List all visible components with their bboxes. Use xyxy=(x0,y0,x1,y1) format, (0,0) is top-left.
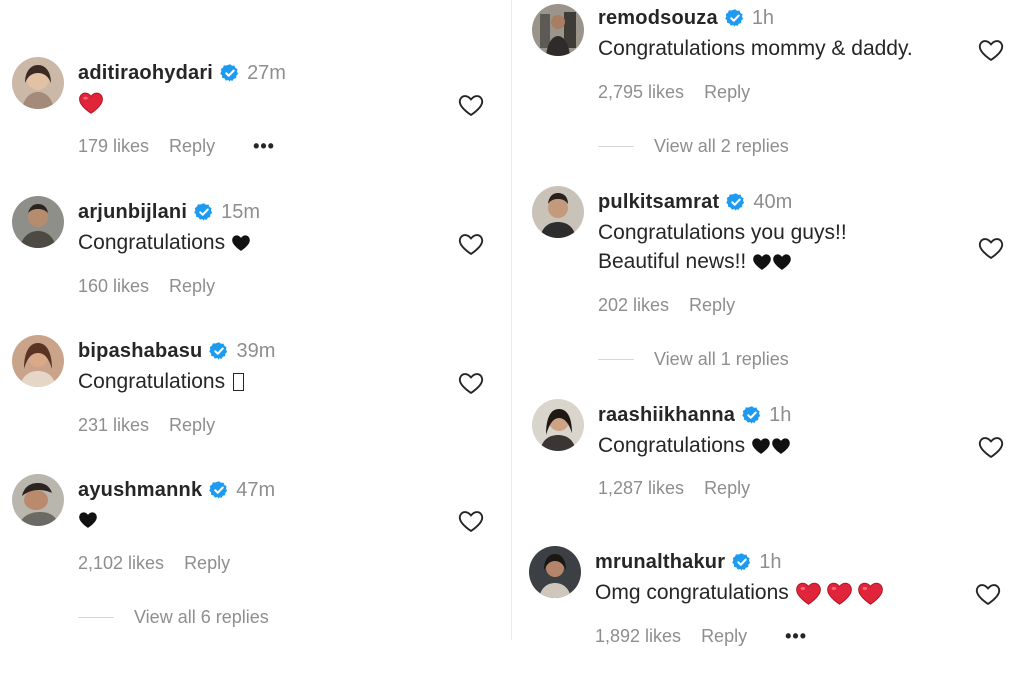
comment-time[interactable]: 15m xyxy=(221,201,260,224)
red-heart-icon xyxy=(78,90,104,116)
avatar[interactable] xyxy=(12,196,64,248)
avatar[interactable] xyxy=(532,186,584,238)
view-replies-label: View all 2 replies xyxy=(654,136,789,156)
comment-text-content: Congratulations mommy & daddy. xyxy=(598,37,913,60)
comment-text-line-2: Beautiful news!! xyxy=(598,247,792,276)
black-heart-icon xyxy=(751,436,771,456)
likes-count[interactable]: 2,102 likes xyxy=(78,553,164,574)
replies-divider-line xyxy=(598,359,634,360)
verified-badge-icon xyxy=(726,192,746,212)
avatar[interactable] xyxy=(529,546,581,598)
comment-text-content: Omg congratulations xyxy=(595,581,795,604)
verified-badge-icon xyxy=(194,202,214,222)
replies-divider-line xyxy=(78,617,114,618)
username[interactable]: pulkitsamrat xyxy=(598,191,719,214)
view-replies-button[interactable]: View all 1 replies xyxy=(598,349,789,370)
like-heart-icon[interactable] xyxy=(977,234,1005,262)
comment-text: Congratulations xyxy=(78,367,244,396)
avatar[interactable] xyxy=(12,474,64,526)
username[interactable]: mrunalthakur xyxy=(595,551,725,574)
comment-time[interactable]: 47m xyxy=(236,479,275,502)
avatar[interactable] xyxy=(12,57,64,109)
verified-badge-icon xyxy=(732,552,752,572)
verified-badge-icon xyxy=(725,8,745,28)
likes-count[interactable]: 1,892 likes xyxy=(595,626,681,647)
like-heart-icon[interactable] xyxy=(457,91,485,119)
username[interactable]: ayushmannk xyxy=(78,479,202,502)
like-heart-icon[interactable] xyxy=(457,230,485,258)
comment-text: Congratulations xyxy=(598,431,791,460)
comment-text-line-1: Congratulations you guys!! xyxy=(598,218,847,247)
like-heart-icon[interactable] xyxy=(977,36,1005,64)
missing-emoji-glyph-icon xyxy=(232,373,244,392)
username[interactable]: raashiikhanna xyxy=(598,404,735,427)
comment-text: Congratulations xyxy=(78,228,251,257)
comment-text: Omg congratulations xyxy=(595,578,884,607)
red-heart-icon xyxy=(795,580,822,607)
like-heart-icon[interactable] xyxy=(457,369,485,397)
likes-count[interactable]: 231 likes xyxy=(78,415,149,436)
red-heart-icon xyxy=(826,580,853,607)
view-replies-label: View all 1 replies xyxy=(654,349,789,369)
verified-badge-icon xyxy=(209,480,229,500)
comment-time[interactable]: 39m xyxy=(236,340,275,363)
likes-count[interactable]: 2,795 likes xyxy=(598,82,684,103)
comment-time[interactable]: 40m xyxy=(753,191,792,214)
comment-text xyxy=(78,505,98,534)
like-heart-icon[interactable] xyxy=(977,433,1005,461)
more-options-icon[interactable]: ••• xyxy=(785,626,807,647)
likes-count[interactable]: 179 likes xyxy=(78,136,149,157)
reply-button[interactable]: Reply xyxy=(704,82,750,103)
avatar[interactable] xyxy=(532,4,584,56)
comment-text-content: Congratulations you guys!! xyxy=(598,221,847,244)
replies-divider-line xyxy=(598,146,634,147)
comment-time[interactable]: 1h xyxy=(769,404,791,427)
comment-text xyxy=(78,88,104,117)
view-replies-label: View all 6 replies xyxy=(134,607,269,627)
reply-button[interactable]: Reply xyxy=(704,478,750,499)
username[interactable]: remodsouza xyxy=(598,7,718,30)
comment-text-content: Congratulations xyxy=(598,434,751,457)
username[interactable]: aditiraohydari xyxy=(78,62,213,85)
more-options-icon[interactable]: ••• xyxy=(253,136,275,157)
avatar[interactable] xyxy=(532,399,584,451)
column-divider xyxy=(511,0,512,640)
comment-text-content: Congratulations xyxy=(78,231,231,254)
likes-count[interactable]: 202 likes xyxy=(598,295,669,316)
like-heart-icon[interactable] xyxy=(974,580,1002,608)
comment-text: Congratulations mommy & daddy. xyxy=(598,34,913,63)
comment-time[interactable]: 1h xyxy=(752,7,774,30)
likes-count[interactable]: 1,287 likes xyxy=(598,478,684,499)
comment-text-content: Congratulations xyxy=(78,370,231,393)
reply-button[interactable]: Reply xyxy=(701,626,747,647)
black-heart-icon xyxy=(752,252,772,272)
username[interactable]: arjunbijlani xyxy=(78,201,187,224)
black-heart-icon xyxy=(772,252,792,272)
verified-badge-icon xyxy=(220,63,240,83)
black-heart-icon xyxy=(771,436,791,456)
comment-time[interactable]: 1h xyxy=(759,551,781,574)
username[interactable]: bipashabasu xyxy=(78,340,202,363)
like-heart-icon[interactable] xyxy=(457,507,485,535)
verified-badge-icon xyxy=(742,405,762,425)
verified-badge-icon xyxy=(209,341,229,361)
view-replies-button[interactable]: View all 6 replies xyxy=(78,607,269,628)
reply-button[interactable]: Reply xyxy=(169,136,215,157)
avatar[interactable] xyxy=(12,335,64,387)
reply-button[interactable]: Reply xyxy=(184,553,230,574)
likes-count[interactable]: 160 likes xyxy=(78,276,149,297)
comment-time[interactable]: 27m xyxy=(247,62,286,85)
reply-button[interactable]: Reply xyxy=(689,295,735,316)
view-replies-button[interactable]: View all 2 replies xyxy=(598,136,789,157)
black-heart-icon xyxy=(231,233,251,253)
comment-text-content: Beautiful news!! xyxy=(598,250,753,273)
red-heart-icon xyxy=(857,580,884,607)
reply-button[interactable]: Reply xyxy=(169,276,215,297)
reply-button[interactable]: Reply xyxy=(169,415,215,436)
black-heart-icon xyxy=(78,510,98,530)
